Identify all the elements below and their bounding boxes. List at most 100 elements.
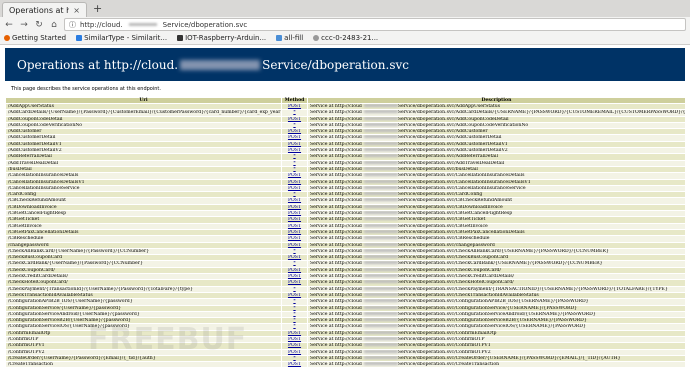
forward-icon[interactable]: → — [19, 20, 29, 30]
description-suffix: Service/dboperation.svc/changepassword — [397, 242, 495, 248]
redacted-host — [363, 154, 398, 158]
redacted-host — [363, 230, 398, 233]
description-suffix: Service/dboperation.svc/AddCustomerDetai… — [397, 135, 502, 141]
bookmarks-bar: Getting Started SimilarType - Similarit..… — [0, 32, 690, 45]
bookmark-item[interactable]: all-fill — [276, 34, 303, 42]
description-suffix: Service/dboperation.svc/ConfirmOTPV2 — [397, 349, 491, 355]
back-icon[interactable]: ← — [4, 20, 14, 30]
redacted-host — [128, 23, 157, 26]
description-prefix: Service at http://cloud — [310, 255, 362, 261]
description-prefix: Service at http://cloud — [310, 141, 362, 147]
description-suffix: Service/dboperation.svc/ConfigurationSer… — [397, 318, 587, 324]
bookmark-label: IOT-Raspberry-Arduin... — [185, 34, 267, 42]
uri-cell: /AddCardDetails/{UserName}/{Password}/{C… — [5, 109, 282, 117]
description-suffix: Service/dboperation.svc/ConfirmEmailOtp — [397, 330, 497, 336]
description-prefix: Service at http://cloud — [310, 154, 362, 160]
redacted-host — [363, 217, 398, 221]
redacted-host — [363, 268, 398, 271]
redacted-host — [363, 104, 398, 107]
description-suffix: Service/dboperation.svc/CBCheckRefundAmo… — [397, 198, 513, 204]
redacted-host — [363, 306, 398, 309]
description-prefix: Service at http://cloud — [310, 292, 362, 298]
bookmark-label: ccc-0-2483-21... — [321, 34, 379, 42]
description-suffix: Service/dboperation.svc/CheckHotelCoupon… — [397, 280, 514, 286]
description-suffix: Service/dboperation.svc/CardConfig — [397, 192, 483, 198]
description-prefix: Service at http://cloud — [310, 129, 362, 135]
description-suffix: Service/dboperation.svc/ConfirmOTP — [397, 336, 485, 342]
description-prefix: Service at http://cloud — [310, 223, 362, 229]
nav-bar: ← → ↻ ⌂ ⓘ http://cloud. Service/dboperati… — [0, 17, 690, 32]
description-suffix: Service/dboperation.svc/ConfirmOTPV1 — [397, 343, 491, 349]
description-suffix: Service/dboperation.svc/AddCardDetails/{… — [397, 110, 686, 116]
bookmark-item[interactable]: ccc-0-2483-21... — [313, 34, 378, 42]
description-prefix: Service at http://cloud — [310, 248, 362, 254]
watermark: FREEBUF — [88, 322, 248, 357]
description-suffix: Service/dboperation.svc/CancellationInsu… — [397, 173, 525, 179]
redacted-host — [363, 211, 398, 215]
redacted-host — [363, 148, 398, 152]
description-suffix: Service/dboperation.svc/ConfigurationSer… — [397, 311, 596, 317]
redacted-host — [363, 142, 398, 145]
description-suffix: Service/dboperation.svc/AddReferralDetai… — [397, 154, 498, 160]
description-suffix: Service/dboperation.svc/CBGetTicket — [397, 217, 486, 223]
description-suffix: Service/dboperation.svc/ConfigurationSer… — [397, 324, 586, 330]
description-prefix: Service at http://cloud — [310, 122, 362, 128]
info-icon[interactable]: ⓘ — [69, 20, 76, 30]
description-prefix: Service at http://cloud — [310, 160, 362, 166]
browser-tab[interactable]: Operations at http://cloud × — [2, 2, 87, 17]
description-prefix: Service at http://cloud — [310, 229, 362, 235]
description-prefix: Service at http://cloud — [310, 185, 362, 191]
redacted-host — [363, 199, 398, 202]
new-tab-button[interactable]: + — [93, 2, 102, 15]
description-suffix: Service/dboperation.svc/CheckTransaction… — [397, 292, 539, 298]
iot-icon — [177, 35, 184, 41]
bookmark-item[interactable]: SimilarType - Similarit... — [76, 34, 167, 42]
page-content: Operations at http://cloud. Service/dbope… — [0, 45, 690, 368]
description-suffix: Service/dboperation.svc/CheckAllBankCard… — [397, 248, 609, 254]
reload-icon[interactable]: ↻ — [34, 20, 44, 30]
table-row: /CheckPayment/{TransactionId}/{UserName}… — [5, 285, 686, 293]
redacted-host — [363, 129, 398, 133]
description-prefix: Service at http://cloud — [310, 349, 362, 355]
redacted-host — [363, 337, 398, 340]
description-suffix: Service/dboperation.svc/AddTravelDealDet… — [397, 160, 505, 166]
description-prefix: Service at http://cloud — [310, 116, 362, 122]
redacted-host — [363, 293, 398, 296]
allfill-icon — [276, 35, 283, 41]
description-suffix: Service/dboperation.svc/CheckCreditCardD… — [397, 274, 515, 280]
redacted-host — [363, 261, 398, 265]
description-suffix: Service/dboperation.svc/AddCouponCodeVer… — [397, 122, 529, 128]
description-prefix: Service at http://cloud — [310, 355, 362, 361]
firefox-icon — [4, 35, 10, 41]
description-prefix: Service at http://cloud — [310, 311, 362, 317]
redacted-host — [363, 186, 398, 189]
description-prefix: Service at http://cloud — [310, 104, 362, 109]
tab-title: Operations at http://cloud — [9, 5, 70, 15]
redacted-host — [363, 312, 398, 315]
redacted-host — [363, 243, 398, 246]
description-suffix: Service/dboperation.svc/CheckCardBank/{U… — [397, 261, 603, 267]
redacted-host — [363, 249, 398, 252]
redacted-host — [363, 205, 398, 208]
description-prefix: Service at http://cloud — [310, 198, 362, 204]
redacted-host — [363, 123, 398, 126]
title-prefix: Operations at http://cloud. — [17, 57, 179, 72]
bookmark-label: all-fill — [284, 34, 304, 42]
bookmark-item[interactable]: Getting Started — [4, 34, 66, 42]
redacted-host — [363, 324, 398, 328]
tab-bar: Operations at http://cloud × + — [0, 0, 690, 17]
close-icon[interactable]: × — [73, 6, 80, 15]
description-prefix: Service at http://cloud — [310, 204, 362, 210]
ccc-icon — [313, 35, 320, 41]
description-prefix: Service at http://cloud — [310, 148, 362, 154]
address-bar[interactable]: ⓘ http://cloud. Service/dboperation.svc — [64, 18, 686, 31]
bookmark-item[interactable]: IOT-Raspberry-Arduin... — [177, 34, 266, 42]
description-suffix: Service/dboperation.svc/ConfigurationAPI… — [397, 299, 589, 305]
redacted-host — [363, 299, 398, 303]
page-title: Operations at http://cloud. Service/dbope… — [5, 48, 685, 81]
description-prefix: Service at http://cloud — [310, 173, 362, 179]
url-tail: Service/dboperation.svc — [162, 20, 248, 29]
home-icon[interactable]: ⌂ — [49, 20, 59, 30]
description-suffix: Service/dboperation.svc/CreateOrder/{USE… — [397, 355, 621, 361]
description-prefix: Service at http://cloud — [310, 299, 362, 305]
